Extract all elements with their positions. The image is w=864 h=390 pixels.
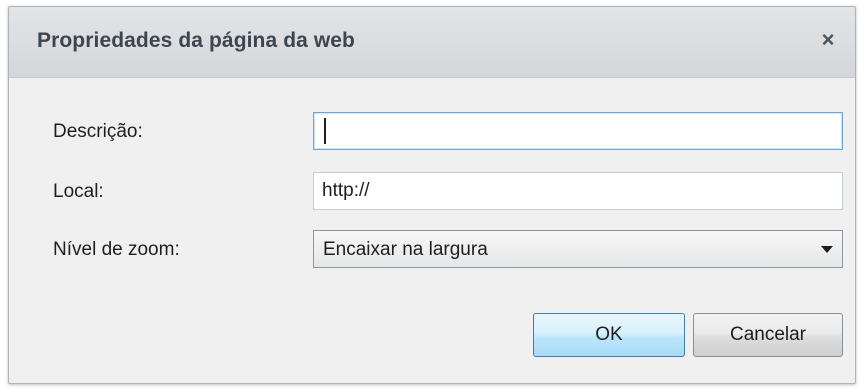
cancel-button[interactable]: Cancelar bbox=[693, 313, 843, 357]
zoom-level-label: Nível de zoom: bbox=[53, 239, 180, 260]
zoom-level-selected-value: Encaixar na largura bbox=[323, 239, 488, 260]
web-page-properties-dialog: Propriedades da página da web × Descriçã… bbox=[8, 6, 856, 384]
chevron-down-icon bbox=[821, 246, 833, 253]
location-input[interactable] bbox=[313, 172, 843, 210]
description-input[interactable] bbox=[313, 112, 843, 150]
close-icon[interactable]: × bbox=[815, 27, 841, 53]
location-label: Local: bbox=[53, 181, 104, 202]
ok-button[interactable]: OK bbox=[533, 313, 685, 357]
zoom-level-select[interactable]: Encaixar na largura bbox=[313, 230, 843, 268]
description-label: Descrição: bbox=[53, 121, 143, 142]
dialog-titlebar: Propriedades da página da web × bbox=[9, 7, 855, 78]
text-caret bbox=[324, 118, 326, 144]
dialog-title: Propriedades da página da web bbox=[37, 29, 355, 52]
